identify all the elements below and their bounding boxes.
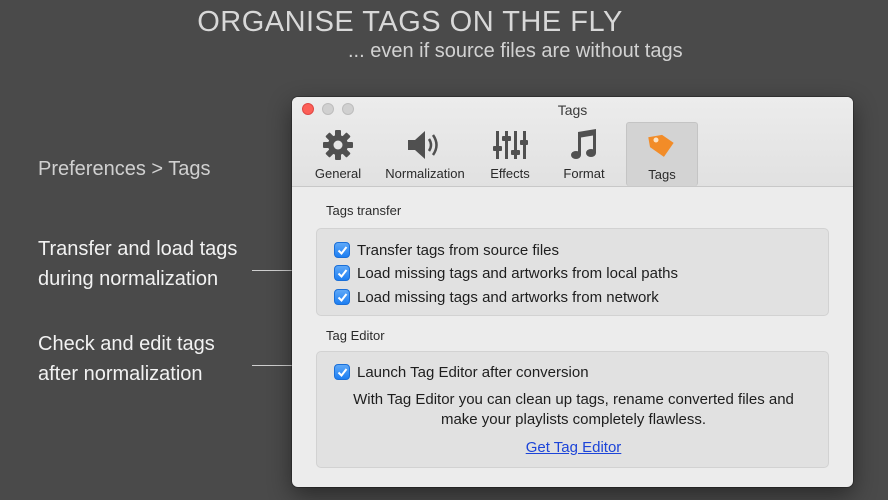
checkbox-row-network[interactable]: Load missing tags and artworks from netw… bbox=[334, 287, 659, 307]
section-label-tags-transfer: Tags transfer bbox=[326, 203, 402, 218]
speaker-icon bbox=[408, 131, 438, 159]
description-line-2: make your playlists completely flawless. bbox=[440, 411, 707, 428]
preferences-window: Tags General Normalization Effects Forma… bbox=[292, 97, 853, 487]
checkmark-icon bbox=[337, 292, 347, 302]
checkbox-label: Load missing tags and artworks from netw… bbox=[357, 288, 659, 306]
checkbox-label: Transfer tags from source files bbox=[357, 241, 560, 259]
promo-subline: ... even if source files are without tag… bbox=[348, 40, 683, 62]
note-transfer-line-2: during normalization bbox=[38, 268, 219, 290]
checkmark-icon bbox=[337, 367, 347, 377]
tab-effects[interactable]: Effects bbox=[476, 122, 544, 186]
note-transfer: Transfer and load tags during normalizat… bbox=[38, 234, 237, 294]
window-title: Tags bbox=[557, 102, 588, 118]
checkbox-row-transfer-tags[interactable]: Transfer tags from source files bbox=[334, 240, 559, 260]
sliders-icon bbox=[493, 131, 528, 159]
checkbox-launch-tag-editor[interactable] bbox=[334, 364, 350, 380]
tab-effects-label: Effects bbox=[490, 166, 530, 181]
note-edit-line-1: Check and edit tags bbox=[38, 333, 215, 355]
tags-transfer-box: Transfer tags from source files Load mis… bbox=[316, 228, 829, 316]
checkbox-row-local-paths[interactable]: Load missing tags and artworks from loca… bbox=[334, 263, 678, 283]
note-edit: Check and edit tags after normalization bbox=[38, 329, 215, 389]
checkbox-row-launch-tag-editor[interactable]: Launch Tag Editor after conversion bbox=[334, 362, 589, 382]
tab-normalization[interactable]: Normalization bbox=[378, 122, 472, 186]
checkbox-label: Launch Tag Editor after conversion bbox=[357, 363, 589, 381]
note-transfer-line-1: Transfer and load tags bbox=[38, 238, 238, 260]
note-edit-line-2: after normalization bbox=[38, 363, 203, 385]
tag-icon bbox=[648, 134, 674, 157]
get-tag-editor-link-wrap: Get Tag Editor bbox=[317, 439, 830, 456]
tab-general-label: General bbox=[314, 166, 362, 181]
window-titlebar: Tags General Normalization Effects Forma… bbox=[292, 97, 853, 187]
tab-tags[interactable]: Tags bbox=[626, 122, 698, 186]
tag-editor-description: With Tag Editor you can clean up tags, r… bbox=[317, 390, 830, 430]
tab-format[interactable]: Format bbox=[548, 122, 620, 186]
get-tag-editor-link[interactable]: Get Tag Editor bbox=[526, 439, 622, 456]
description-line-1: With Tag Editor you can clean up tags, r… bbox=[353, 391, 794, 408]
tab-general[interactable]: General bbox=[302, 122, 374, 186]
tab-normalization-label: Normalization bbox=[385, 166, 465, 181]
checkbox-local-paths[interactable] bbox=[334, 265, 350, 281]
tags-pane: Tags transfer Transfer tags from source … bbox=[292, 188, 853, 487]
checkmark-icon bbox=[337, 268, 347, 278]
checkbox-transfer-tags[interactable] bbox=[334, 242, 350, 258]
tab-tags-label: Tags bbox=[648, 167, 676, 182]
music-note-icon bbox=[571, 129, 596, 159]
promo-headline: ORGANISE TAGS ON THE FLY bbox=[197, 6, 623, 38]
checkbox-network[interactable] bbox=[334, 289, 350, 305]
gear-icon bbox=[323, 130, 353, 160]
breadcrumb: Preferences > Tags bbox=[38, 158, 211, 180]
tag-editor-box: Launch Tag Editor after conversion With … bbox=[316, 351, 829, 468]
checkbox-label: Load missing tags and artworks from loca… bbox=[357, 264, 678, 282]
section-label-tag-editor: Tag Editor bbox=[326, 328, 385, 343]
tab-format-label: Format bbox=[563, 166, 605, 181]
checkmark-icon bbox=[337, 245, 347, 255]
